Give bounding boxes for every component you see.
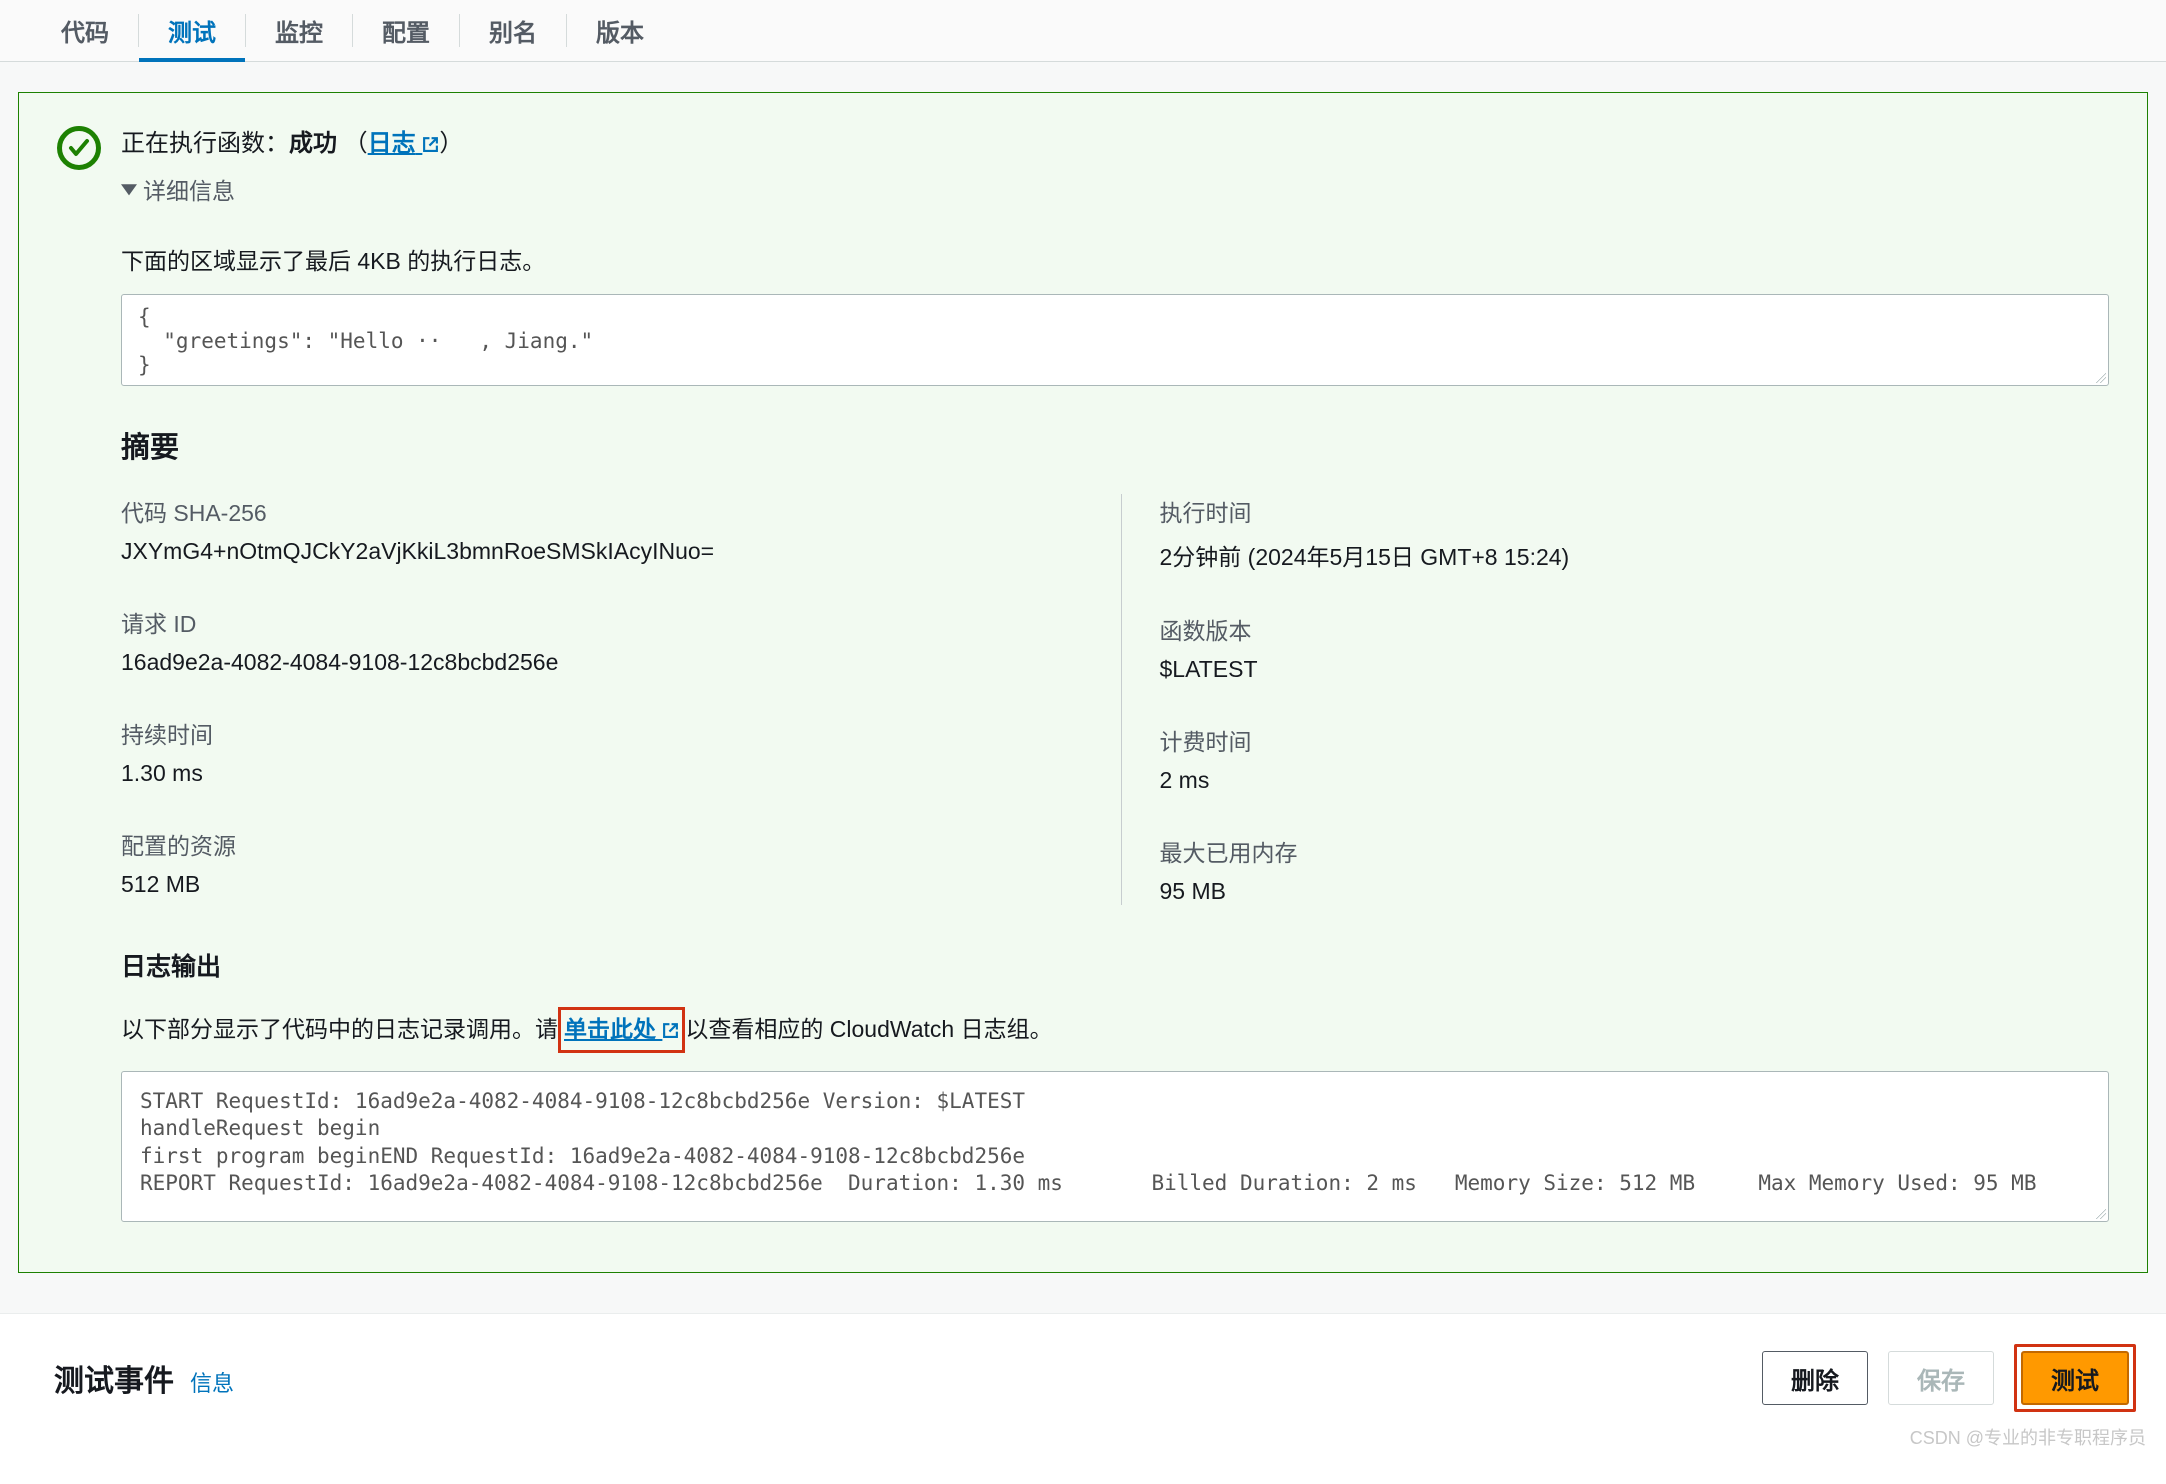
kv-value: $LATEST [1160, 656, 2110, 683]
banner-prefix: 正在执行函数： [121, 130, 289, 157]
intro-text: 下面的区域显示了最后 4KB 的执行日志。 [121, 242, 2109, 276]
success-check-icon [57, 126, 101, 170]
tab-bar: 代码 测试 监控 配置 别名 版本 [0, 0, 2166, 62]
external-link-icon [422, 136, 439, 153]
banner-body: 正在执行函数：成功 （日志 ） 详细信息 下面的区域显示了最后 4KB 的执行日… [121, 123, 2109, 1222]
kv-version: 函数版本 $LATEST [1160, 612, 2110, 683]
kv-billed: 计费时间 2 ms [1160, 723, 2110, 794]
footer-bar: 测试事件 信息 删除 保存 测试 CSDN @专业的非专职程序员 [0, 1313, 2166, 1446]
kv-value: 2 ms [1160, 767, 2110, 794]
test-button[interactable]: 测试 [2021, 1351, 2129, 1405]
kv-key: 请求 ID [121, 605, 1071, 639]
response-body[interactable]: { "greetings": "Hello ·· , Jiang." } [121, 294, 2109, 386]
log-intro: 以下部分显示了代码中的日志记录调用。请单击此处 以查看相应的 CloudWatc… [121, 1007, 2109, 1053]
log-intro-post: 以查看相应的 CloudWatch 日志组。 [685, 1016, 1052, 1042]
external-link-icon [662, 1022, 679, 1039]
kv-value: 2分钟前 (2024年5月15日 GMT+8 15:24) [1160, 538, 2110, 572]
tab-version[interactable]: 版本 [567, 0, 673, 61]
kv-value: 512 MB [121, 871, 1071, 898]
save-button: 保存 [1888, 1351, 1994, 1405]
log-output[interactable]: START RequestId: 16ad9e2a-4082-4084-9108… [121, 1071, 2109, 1222]
kv-duration: 持续时间 1.30 ms [121, 716, 1071, 787]
kv-value: 1.30 ms [121, 760, 1071, 787]
tab-alias[interactable]: 别名 [460, 0, 566, 61]
log-heading: 日志输出 [121, 947, 2109, 983]
kv-key: 最大已用内存 [1160, 834, 2110, 868]
tab-config[interactable]: 配置 [353, 0, 459, 61]
tab-monitor[interactable]: 监控 [246, 0, 352, 61]
footer-left: 测试事件 信息 [54, 1356, 234, 1400]
kv-reqid: 请求 ID 16ad9e2a-4082-4084-9108-12c8bcbd25… [121, 605, 1071, 676]
tab-code[interactable]: 代码 [32, 0, 138, 61]
kv-key: 持续时间 [121, 716, 1071, 750]
highlight-box: 单击此处 [558, 1007, 685, 1053]
kv-key: 代码 SHA-256 [121, 494, 1071, 528]
info-link[interactable]: 信息 [190, 1366, 234, 1398]
footer-buttons: 删除 保存 测试 [1762, 1344, 2136, 1412]
watermark: CSDN @专业的非专职程序员 [1910, 1424, 2146, 1450]
result-panel: 正在执行函数：成功 （日志 ） 详细信息 下面的区域显示了最后 4KB 的执行日… [18, 92, 2148, 1273]
resize-handle-icon[interactable] [2092, 369, 2106, 383]
kv-maxmem: 最大已用内存 95 MB [1160, 834, 2110, 905]
kv-value: 95 MB [1160, 878, 2110, 905]
kv-sha: 代码 SHA-256 JXYmG4+nOtmQJCkY2aVjKkiL3bmnR… [121, 494, 1071, 565]
page-root: 代码 测试 监控 配置 别名 版本 正在执行函数：成功 （日志 ） 详细信息 [0, 0, 2166, 1446]
triangle-down-icon [121, 181, 137, 197]
summary-col-left: 代码 SHA-256 JXYmG4+nOtmQJCkY2aVjKkiL3bmnR… [121, 494, 1121, 905]
footer-title: 测试事件 [54, 1356, 174, 1400]
log-intro-pre: 以下部分显示了代码中的日志记录调用。请 [121, 1016, 558, 1042]
kv-key: 执行时间 [1160, 494, 2110, 528]
banner-paren-open: （ [344, 130, 368, 157]
success-banner: 正在执行函数：成功 （日志 ） 详细信息 下面的区域显示了最后 4KB 的执行日… [57, 123, 2109, 1222]
summary-heading: 摘要 [121, 424, 2109, 466]
banner-paren-close: ） [439, 130, 463, 157]
kv-key: 配置的资源 [121, 827, 1071, 861]
kv-value: 16ad9e2a-4082-4084-9108-12c8bcbd256e [121, 649, 1071, 676]
logs-link[interactable]: 日志 [368, 130, 440, 157]
kv-key: 计费时间 [1160, 723, 2110, 757]
details-label: 详细信息 [143, 172, 235, 206]
banner-status: 成功 [289, 130, 337, 157]
summary-col-right: 执行时间 2分钟前 (2024年5月15日 GMT+8 15:24) 函数版本 … [1121, 494, 2110, 905]
resize-handle-icon[interactable] [2092, 1205, 2106, 1219]
delete-button[interactable]: 删除 [1762, 1351, 1868, 1405]
kv-value: JXYmG4+nOtmQJCkY2aVjKkiL3bmnRoeSMSkIAcyI… [121, 538, 1071, 565]
highlight-box: 测试 [2014, 1344, 2136, 1412]
summary-grid: 代码 SHA-256 JXYmG4+nOtmQJCkY2aVjKkiL3bmnR… [121, 494, 2109, 905]
details-toggle[interactable]: 详细信息 [121, 172, 2109, 206]
kv-key: 函数版本 [1160, 612, 2110, 646]
kv-resources: 配置的资源 512 MB [121, 827, 1071, 898]
kv-exectime: 执行时间 2分钟前 (2024年5月15日 GMT+8 15:24) [1160, 494, 2110, 572]
cloudwatch-link[interactable]: 单击此处 [564, 1016, 679, 1042]
banner-title: 正在执行函数：成功 （日志 ） [121, 123, 2109, 158]
tab-test[interactable]: 测试 [139, 0, 245, 61]
